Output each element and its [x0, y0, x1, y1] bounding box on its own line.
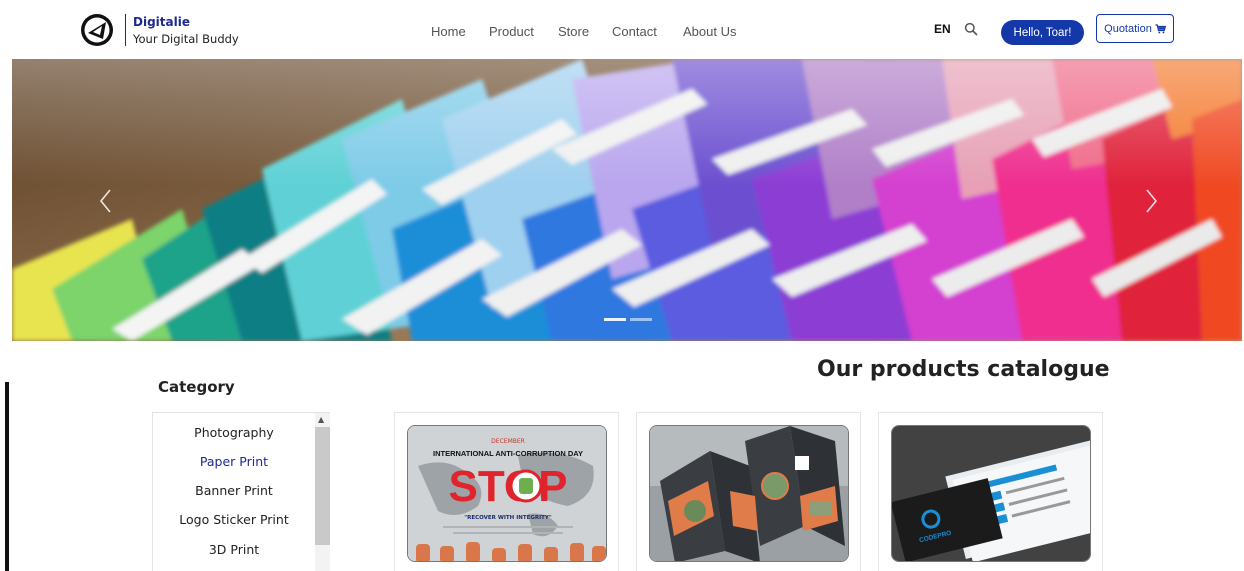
category-item-3d-print[interactable]: 3D Print [153, 542, 315, 557]
cart-icon [1155, 23, 1166, 33]
nav-about-us[interactable]: About Us [683, 24, 736, 39]
carousel-indicators [604, 318, 652, 321]
search-icon[interactable] [964, 22, 978, 36]
product-image-business-cards[interactable]: CODEPRO [891, 425, 1091, 562]
product-card[interactable]: CODEPRO [878, 412, 1103, 571]
carousel-dot-1[interactable] [604, 318, 626, 321]
poster-quote-text: "RECOVER WITH INTEGRITY" [464, 515, 552, 521]
product-image-anti-corruption-poster[interactable]: DECEMBER INTERNATIONAL ANTI-CORRUPTION D… [407, 425, 607, 562]
category-item-banner-print[interactable]: Banner Print [153, 483, 315, 498]
brand-tagline: Your Digital Buddy [133, 32, 239, 46]
site-header: Digitalie Your Digital Buddy Home Produc… [0, 0, 1244, 60]
carousel-prev-chevron-left-icon[interactable] [96, 186, 116, 216]
scroll-up-icon[interactable]: ▲ [318, 415, 324, 424]
brand-logo-icon[interactable] [80, 13, 114, 47]
category-title: Category [158, 378, 235, 396]
category-item-paper-print[interactable]: Paper Print [153, 454, 315, 469]
poster-main-text: STOP [448, 462, 567, 511]
poster-month-text: DECEMBER [491, 438, 525, 445]
poster-heading-text: INTERNATIONAL ANTI-CORRUPTION DAY [433, 449, 583, 458]
product-card[interactable] [636, 412, 861, 571]
brand-name[interactable]: Digitalie [133, 15, 190, 29]
user-greeting-label: Hello, Toar! [1013, 26, 1072, 39]
nav-product[interactable]: Product [489, 24, 534, 39]
category-item-logo-sticker-print[interactable]: Logo Sticker Print [153, 512, 315, 527]
quotation-label: Quotation [1104, 22, 1152, 35]
category-item-photography[interactable]: Photography [153, 425, 315, 440]
category-scrollbar-thumb[interactable] [315, 427, 330, 545]
nav-store[interactable]: Store [558, 24, 589, 39]
product-card[interactable]: DECEMBER INTERNATIONAL ANTI-CORRUPTION D… [394, 412, 619, 571]
product-image-trifold-brochure[interactable] [649, 425, 849, 562]
user-greeting-button[interactable]: Hello, Toar! [1001, 20, 1084, 45]
hero-carousel[interactable] [12, 59, 1242, 341]
carousel-dot-2[interactable] [630, 318, 652, 321]
nav-contact[interactable]: Contact [612, 24, 657, 39]
left-edge-bar [5, 382, 9, 571]
catalogue-title: Our products catalogue [817, 357, 1110, 382]
carousel-next-chevron-right-icon[interactable] [1141, 186, 1161, 216]
brand-divider [125, 14, 126, 46]
hero-image-color-swatches [12, 59, 1242, 341]
category-list: Photography Paper Print Banner Print Log… [152, 412, 330, 571]
quotation-button[interactable]: Quotation [1096, 14, 1174, 43]
language-selector[interactable]: EN [934, 22, 951, 36]
nav-home[interactable]: Home [431, 24, 466, 39]
